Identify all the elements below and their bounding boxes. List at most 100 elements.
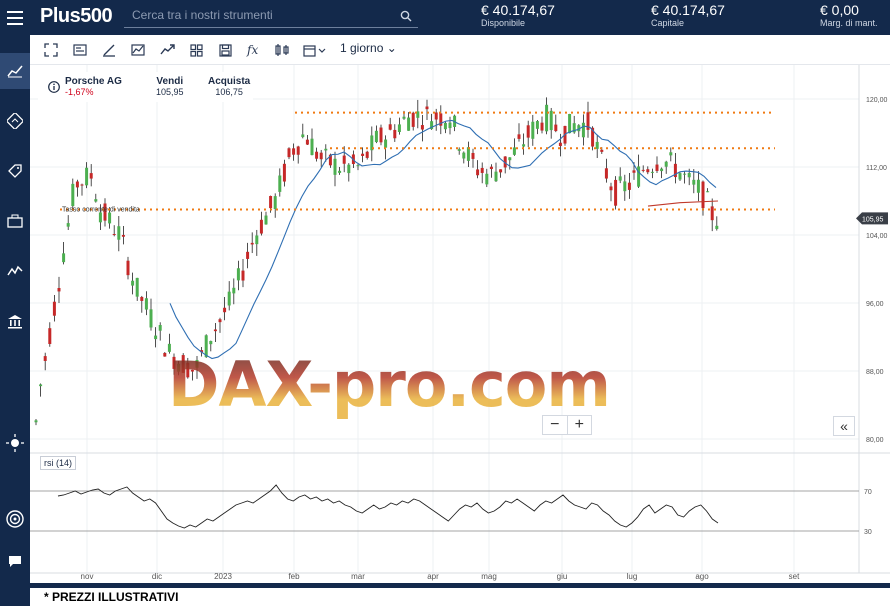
candle-body: [117, 226, 121, 240]
search-icon[interactable]: [400, 9, 412, 27]
sidebar-item-target[interactable]: [0, 501, 30, 537]
candle-body: [273, 196, 277, 209]
candle-body: [140, 297, 144, 301]
sidebar-item-bank[interactable]: [0, 303, 30, 339]
fullscreen-icon[interactable]: [42, 41, 60, 59]
price-tick-label: 80,00: [866, 437, 884, 444]
briefcase-icon: [7, 214, 23, 228]
period-selector[interactable]: 1 giorno ⌄: [340, 41, 397, 55]
sidebar-item-charts[interactable]: [0, 53, 30, 89]
candle-body: [669, 152, 673, 156]
sidebar-item-portfolio[interactable]: [0, 203, 30, 239]
x-tick-label: lug: [627, 572, 638, 581]
candle-body: [223, 307, 227, 313]
candle-body: [163, 352, 167, 357]
rsi-tick-label: 70: [864, 489, 872, 496]
svg-text:fx: fx: [246, 43, 258, 57]
candle-body: [301, 134, 305, 138]
candle-body: [154, 335, 158, 340]
x-tick-label: mar: [351, 572, 365, 581]
compare-icon[interactable]: [273, 41, 291, 59]
info-icon[interactable]: [48, 81, 60, 93]
chart-toolbar: fx 1 giorno ⌄: [30, 35, 890, 65]
target-icon: [6, 510, 24, 528]
candle-body: [402, 116, 406, 119]
candle-body: [52, 301, 56, 316]
candle-body: [287, 148, 291, 158]
collapse-panel-button[interactable]: «: [833, 416, 855, 436]
candle-body: [296, 146, 300, 155]
candle-body: [522, 144, 526, 147]
candle-body: [48, 328, 52, 344]
search-input[interactable]: Cerca tra i nostri strumenti: [124, 4, 418, 28]
candle-body: [365, 151, 369, 158]
candle-body: [494, 171, 498, 182]
x-tick-label: set: [789, 572, 800, 581]
moving-average-short-line: [647, 200, 719, 207]
x-tick-label: mag: [481, 572, 497, 581]
candle-body: [646, 169, 650, 173]
candle-body: [379, 127, 383, 143]
sell-button[interactable]: Vendi 105,95: [156, 76, 184, 97]
candle-body: [218, 319, 222, 323]
layout-icon[interactable]: [187, 41, 205, 59]
candle-body: [535, 121, 539, 129]
candle-body: [75, 181, 79, 188]
price-chart[interactable]: 120,00 112,00 104,00 96,00 88,00 80,00 nov dic 2…: [30, 65, 890, 583]
candle-body: [531, 121, 535, 139]
candle-body: [581, 122, 585, 138]
candle-body: [476, 169, 480, 176]
x-tick-label: giu: [557, 572, 568, 581]
sidebar-item-analysis[interactable]: [0, 253, 30, 289]
candle-body: [131, 280, 135, 286]
draw-icon[interactable]: [100, 41, 118, 59]
sidebar-item-theme[interactable]: [0, 425, 30, 461]
indicators-icon[interactable]: [158, 41, 176, 59]
instrument-name: Porsche AG: [65, 76, 122, 87]
chat-icon: [9, 556, 21, 567]
current-rate-annotation: Tasso corrente di vendita: [62, 207, 140, 214]
stat-available: € 40.174,67 Disponibile: [481, 2, 555, 28]
candle-body: [324, 148, 328, 151]
top-bar: Plus500 Cerca tra i nostri strumenti € 4…: [0, 0, 890, 35]
rsi-tick-label: 30: [864, 529, 872, 536]
price-tick-label: 120,00: [866, 97, 888, 104]
candle-body: [407, 117, 411, 131]
candle-body: [650, 171, 654, 173]
chart-type-icon[interactable]: [129, 41, 147, 59]
stat-equity: € 40.174,67 Capitale: [651, 2, 725, 28]
candle-body: [485, 173, 489, 185]
function-icon[interactable]: fx: [245, 41, 263, 59]
candle-body: [540, 122, 544, 131]
menu-icon[interactable]: [7, 11, 23, 25]
candle-body: [499, 169, 503, 173]
save-icon[interactable]: [216, 41, 234, 59]
zoom-in-button[interactable]: +: [566, 416, 592, 434]
candle-body: [62, 253, 66, 263]
calendar-icon[interactable]: [302, 41, 328, 59]
x-tick-label: apr: [427, 572, 439, 581]
candle-body: [333, 158, 337, 175]
buy-button[interactable]: Acquista 106,75: [208, 76, 250, 97]
instrument-info-icon[interactable]: [71, 41, 89, 59]
trade-icon: [7, 113, 23, 129]
candle-body: [66, 223, 70, 227]
candle-body: [434, 112, 438, 120]
candle-body: [623, 181, 627, 192]
search-placeholder: Cerca tra i nostri strumenti: [132, 8, 273, 22]
candle-body: [683, 173, 687, 175]
zoom-out-button[interactable]: −: [543, 416, 567, 434]
candle-body: [269, 195, 273, 209]
candle-body: [232, 287, 236, 294]
candle-body: [609, 186, 613, 191]
candle-body: [554, 124, 558, 132]
candle-body: [715, 225, 719, 229]
rsi-label[interactable]: rsi (14): [40, 456, 77, 470]
sidebar-item-tags[interactable]: [0, 153, 30, 189]
candle-body: [384, 139, 388, 148]
sidebar-item-chat[interactable]: [0, 543, 30, 579]
candle-body: [457, 149, 461, 151]
candle-body: [595, 141, 599, 149]
bank-icon: [8, 314, 22, 328]
sidebar-item-trade[interactable]: [0, 103, 30, 139]
